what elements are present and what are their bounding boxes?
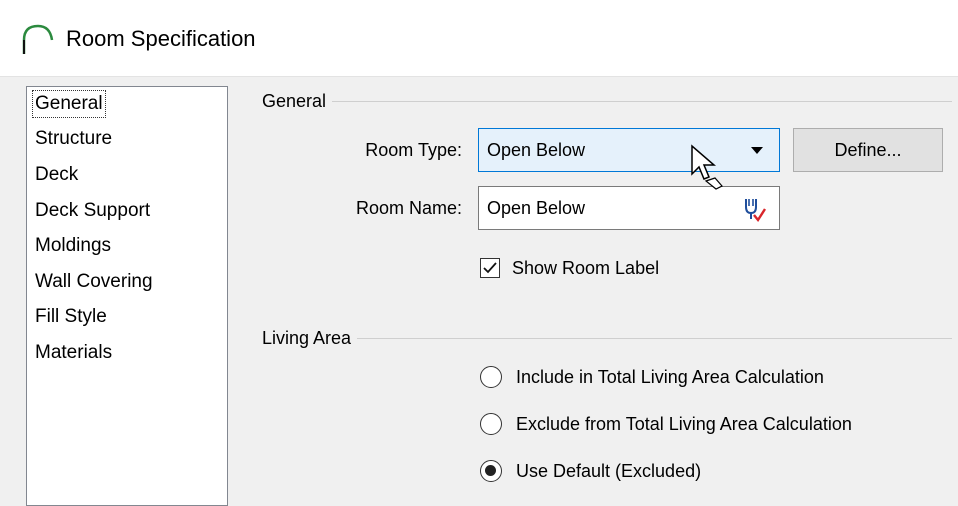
nav-item-general[interactable]: General <box>32 90 106 118</box>
radio-exclude-living-area[interactable] <box>480 413 502 435</box>
radio-use-default[interactable] <box>480 460 502 482</box>
nav-item-materials[interactable]: Materials <box>35 340 112 366</box>
room-name-label: Room Name: <box>355 198 462 218</box>
living-area-group-line <box>262 338 952 339</box>
radio-include-living-area-label[interactable]: Include in Total Living Area Calculation <box>516 365 824 389</box>
arc-room-icon <box>22 24 54 54</box>
nav-item-fill-style[interactable]: Fill Style <box>35 304 107 330</box>
general-group-line <box>262 101 952 102</box>
show-room-label-checkbox[interactable] <box>480 258 500 278</box>
room-type-value: Open Below <box>487 140 586 160</box>
nav-item-moldings[interactable]: Moldings <box>35 233 111 259</box>
library-lookup-icon[interactable] <box>737 195 767 223</box>
checkmark-icon <box>483 262 497 274</box>
radio-use-default-label[interactable]: Use Default (Excluded) <box>516 459 701 483</box>
radio-include-living-area[interactable] <box>480 366 502 388</box>
chevron-down-icon <box>751 147 763 154</box>
radio-exclude-living-area-label[interactable]: Exclude from Total Living Area Calculati… <box>516 412 852 436</box>
nav-item-structure[interactable]: Structure <box>35 126 112 152</box>
window-title: Room Specification <box>66 26 256 51</box>
room-type-label: Room Type: <box>365 140 462 160</box>
room-name-input[interactable]: Open Below <box>478 186 780 230</box>
title-bar: Room Specification <box>0 0 958 77</box>
nav-item-deck[interactable]: Deck <box>35 162 78 188</box>
general-group-label: General <box>262 89 333 113</box>
nav-item-deck-support[interactable]: Deck Support <box>35 198 150 224</box>
show-room-label-text[interactable]: Show Room Label <box>512 256 659 280</box>
radio-selected-dot <box>485 465 496 476</box>
mouse-pointer-icon <box>691 144 723 190</box>
category-list[interactable]: General Structure Deck Deck Support Mold… <box>26 86 228 506</box>
define-button[interactable]: Define... <box>793 128 943 172</box>
room-type-dropdown[interactable]: Open Below <box>478 128 780 172</box>
living-area-group-label: Living Area <box>262 326 358 350</box>
room-name-value: Open Below <box>487 198 586 218</box>
nav-item-wall-covering[interactable]: Wall Covering <box>35 269 153 295</box>
